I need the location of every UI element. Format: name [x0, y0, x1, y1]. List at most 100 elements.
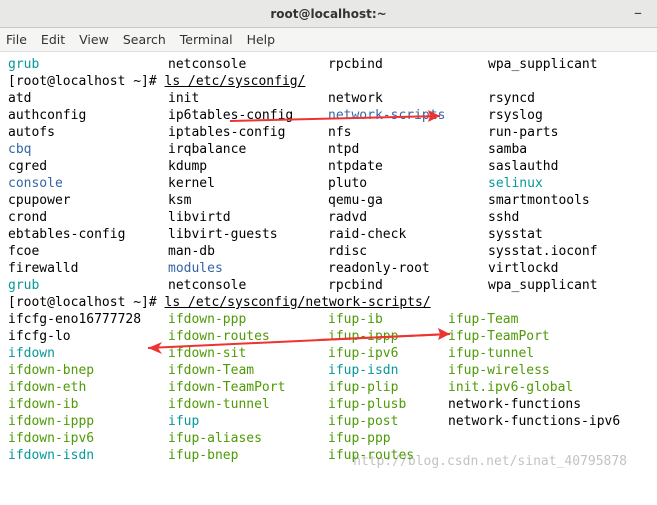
ls-entry: network-functions	[448, 396, 581, 413]
window-title: root@localhost:~	[0, 7, 657, 21]
ls-entry: ifup-plip	[328, 379, 448, 396]
menu-view[interactable]: View	[79, 32, 109, 47]
ls-entry: network-functions-ipv6	[448, 413, 620, 430]
ls-entry: ifup-isdn	[328, 362, 448, 379]
ls-entry: man-db	[168, 243, 328, 260]
ls-entry: cgred	[8, 158, 168, 175]
ls-entry: rdisc	[328, 243, 488, 260]
command: ls /etc/sysconfig/network-scripts/	[165, 295, 431, 310]
ls-entry: kdump	[168, 158, 328, 175]
ls-entry: sysstat.ioconf	[488, 243, 598, 260]
ls-entry: rsyslog	[488, 107, 543, 124]
ls-entry: ifup-TeamPort	[448, 328, 550, 345]
terminal-row: ebtables-configlibvirt-guestsraid-checks…	[8, 226, 649, 243]
ls-entry: rpcbind	[328, 277, 488, 294]
terminal-row: cgredkdumpntpdatesaslauthd	[8, 158, 649, 175]
ls-entry: selinux	[488, 175, 543, 192]
ls-entry: ifdown-TeamPort	[168, 379, 328, 396]
menu-help[interactable]: Help	[247, 32, 276, 47]
ls-entry: libvirt-guests	[168, 226, 328, 243]
ls-entry: ifup-wireless	[448, 362, 550, 379]
menubar: File Edit View Search Terminal Help	[0, 28, 657, 52]
ls-entry: ksm	[168, 192, 328, 209]
terminal-row: ifdown-ipppifupifup-postnetwork-function…	[8, 413, 649, 430]
prompt-line: [root@localhost ~]# ls /etc/sysconfig/	[8, 73, 649, 90]
ls-entry: ifdown-routes	[168, 328, 328, 345]
ls-entry: ifup-tunnel	[448, 345, 534, 362]
terminal-output[interactable]: grubnetconsolerpcbindwpa_supplicant[root…	[0, 52, 657, 468]
ls-entry: ifcfg-eno16777728	[8, 311, 168, 328]
terminal-row: ifdown-bnepifdown-Teamifup-isdnifup-wire…	[8, 362, 649, 379]
ls-entry: radvd	[328, 209, 488, 226]
prompt-line: [root@localhost ~]# ls /etc/sysconfig/ne…	[8, 294, 649, 311]
ls-entry: saslauthd	[488, 158, 558, 175]
terminal-row: ifdown-ibifdown-tunnelifup-plusbnetwork-…	[8, 396, 649, 413]
ls-entry: run-parts	[488, 124, 558, 141]
ls-entry: network-scripts	[328, 107, 488, 124]
ls-entry: raid-check	[328, 226, 488, 243]
ls-entry: ifup-routes	[328, 447, 448, 464]
ls-entry: modules	[168, 260, 328, 277]
ls-entry: autofs	[8, 124, 168, 141]
ls-entry: ntpdate	[328, 158, 488, 175]
ls-entry: ifup-ippp	[328, 328, 448, 345]
command: ls /etc/sysconfig/	[165, 74, 306, 89]
ls-entry: libvirtd	[168, 209, 328, 226]
terminal-row: ifdown-isdnifup-bnepifup-routes	[8, 447, 649, 464]
prompt: [root@localhost ~]#	[8, 295, 165, 310]
ls-entry: ifdown	[8, 345, 168, 362]
ls-entry: samba	[488, 141, 527, 158]
terminal-row: ifcfg-loifdown-routesifup-ipppifup-TeamP…	[8, 328, 649, 345]
ls-entry: ifdown-Team	[168, 362, 328, 379]
ls-entry: ifdown-ipv6	[8, 430, 168, 447]
terminal-row: authconfigip6tables-confignetwork-script…	[8, 107, 649, 124]
ls-entry: netconsole	[168, 277, 328, 294]
ls-entry: cbq	[8, 141, 168, 158]
ls-entry: rpcbind	[328, 56, 488, 73]
ls-entry: kernel	[168, 175, 328, 192]
ls-entry: ifup-post	[328, 413, 448, 430]
terminal-row: grubnetconsolerpcbindwpa_supplicant	[8, 277, 649, 294]
ls-entry: wpa_supplicant	[488, 56, 598, 73]
ls-entry: init.ipv6-global	[448, 379, 573, 396]
ls-entry: qemu-ga	[328, 192, 488, 209]
window-titlebar: root@localhost:~ –	[0, 0, 657, 28]
ls-entry: cpupower	[8, 192, 168, 209]
terminal-row: cpupowerksmqemu-gasmartmontools	[8, 192, 649, 209]
ls-entry: init	[168, 90, 328, 107]
ls-entry: ifup-Team	[448, 311, 518, 328]
ls-entry: nfs	[328, 124, 488, 141]
ls-entry: wpa_supplicant	[488, 277, 598, 294]
terminal-row: consolekernelplutoselinux	[8, 175, 649, 192]
ls-entry: ifdown-isdn	[8, 447, 168, 464]
ls-entry: ip6tables-config	[168, 107, 328, 124]
ls-entry: crond	[8, 209, 168, 226]
terminal-row: ifdown-ethifdown-TeamPortifup-plipinit.i…	[8, 379, 649, 396]
ls-entry: iptables-config	[168, 124, 328, 141]
ls-entry: virtlockd	[488, 260, 558, 277]
terminal-row: crondlibvirtdradvdsshd	[8, 209, 649, 226]
menu-search[interactable]: Search	[123, 32, 166, 47]
menu-file[interactable]: File	[6, 32, 27, 47]
ls-entry: ifup-bnep	[168, 447, 328, 464]
ls-entry: firewalld	[8, 260, 168, 277]
ls-entry: rsyncd	[488, 90, 535, 107]
menu-terminal[interactable]: Terminal	[180, 32, 233, 47]
ls-entry: atd	[8, 90, 168, 107]
ls-entry: ifcfg-lo	[8, 328, 168, 345]
terminal-row: ifdown-ipv6ifup-aliasesifup-ppp	[8, 430, 649, 447]
ls-entry: ebtables-config	[8, 226, 168, 243]
terminal-row: ifdownifdown-sitifup-ipv6ifup-tunnel	[8, 345, 649, 362]
ls-entry: network	[328, 90, 488, 107]
terminal-row: fcoeman-dbrdiscsysstat.ioconf	[8, 243, 649, 260]
ls-entry: fcoe	[8, 243, 168, 260]
terminal-row: ifcfg-eno16777728ifdown-pppifup-ibifup-T…	[8, 311, 649, 328]
ls-entry: ifdown-ib	[8, 396, 168, 413]
ls-entry: console	[8, 175, 168, 192]
ls-entry: ifup-ib	[328, 311, 448, 328]
ls-entry: ifdown-ippp	[8, 413, 168, 430]
minimize-button[interactable]: –	[629, 4, 647, 22]
ls-entry: ifdown-sit	[168, 345, 328, 362]
menu-edit[interactable]: Edit	[41, 32, 65, 47]
ls-entry: ifdown-bnep	[8, 362, 168, 379]
